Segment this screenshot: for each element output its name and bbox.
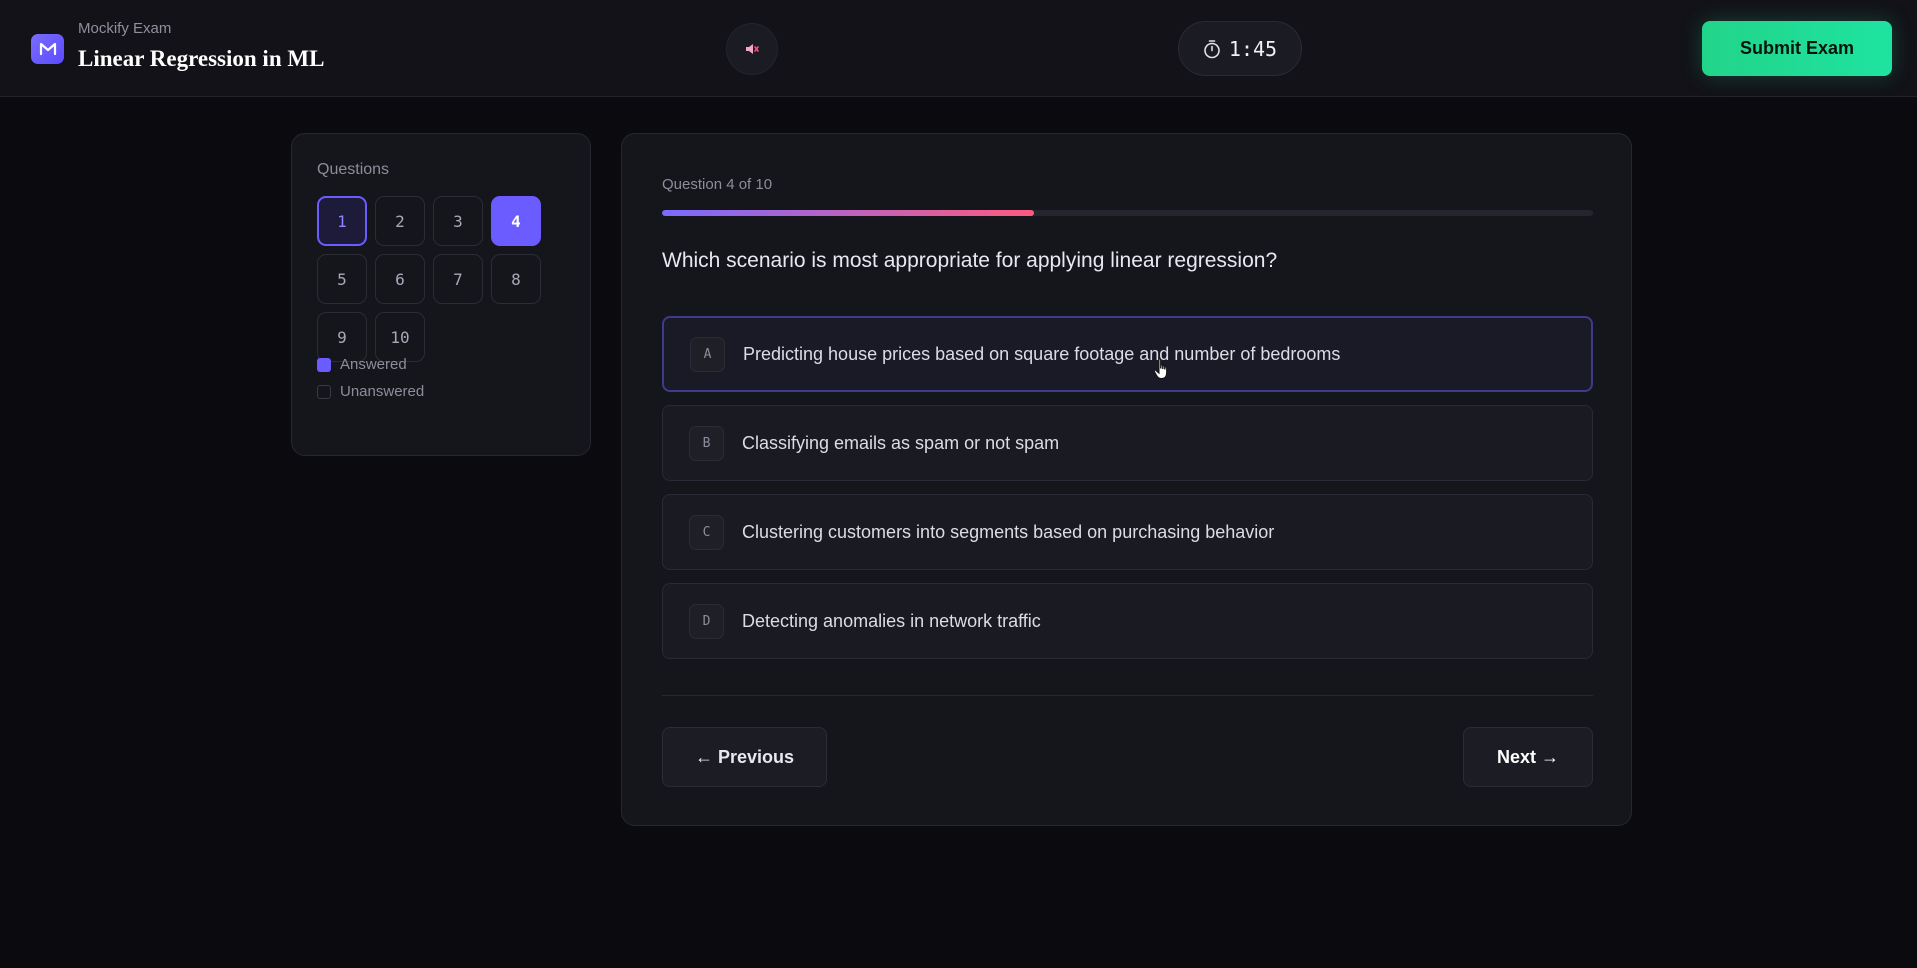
option-letter-badge: A: [690, 336, 725, 372]
brand-subtitle: Mockify Exam: [78, 20, 172, 37]
question-nav-button-5[interactable]: 5: [317, 254, 367, 304]
question-nav-button-10[interactable]: 10: [375, 312, 425, 362]
answered-swatch: [317, 357, 331, 372]
submit-exam-button[interactable]: Submit Exam: [1702, 21, 1892, 76]
exam-title: Linear Regression in ML: [78, 46, 325, 71]
previous-button[interactable]: ← Previous: [662, 727, 827, 787]
option-c[interactable]: C Clustering customers into segments base…: [662, 494, 1593, 570]
navigator-title: Questions: [317, 161, 390, 178]
question-nav-button-3[interactable]: 3: [433, 196, 483, 246]
exam-timer: 1:45: [1178, 21, 1302, 76]
question-counter: Question 4 of 10: [662, 176, 773, 193]
option-a[interactable]: A Predicting house prices based on square…: [662, 316, 1593, 392]
question-card: Question 4 of 10 Which scenario is most …: [621, 133, 1632, 826]
question-nav-button-2[interactable]: 2: [375, 196, 425, 246]
question-nav-button-1[interactable]: 1: [317, 196, 367, 246]
speaker-muted-icon: [746, 44, 759, 54]
next-button[interactable]: Next →: [1463, 727, 1593, 787]
legend-unanswered: Unanswered: [317, 383, 424, 400]
timer-value: 1:45: [1228, 36, 1278, 61]
option-d[interactable]: D Detecting anomalies in network traffic: [662, 583, 1593, 659]
option-text: Classifying emails as spam or not spam: [742, 432, 1060, 453]
legend-answered-label: Answered: [340, 356, 407, 373]
progress-fill: [662, 210, 1035, 216]
question-nav-button-8[interactable]: 8: [491, 254, 541, 304]
hand-pointer-icon: [1153, 358, 1171, 385]
option-letter-badge: B: [689, 425, 724, 461]
option-letter-badge: D: [689, 603, 724, 639]
divider: [662, 695, 1593, 696]
sound-toggle-button[interactable]: [726, 23, 778, 75]
legend-answered: Answered: [317, 356, 407, 373]
unanswered-swatch: [317, 384, 331, 399]
question-text: Which scenario is most appropriate for a…: [662, 249, 1278, 272]
mockify-logo-icon: [31, 34, 64, 64]
stopwatch-icon: [1204, 39, 1220, 58]
legend-unanswered-label: Unanswered: [340, 383, 425, 400]
question-grid: 1 2 3 4 5 6 7 8 9 10: [317, 196, 541, 362]
progress-bar: [662, 210, 1593, 216]
answer-options: A Predicting house prices based on square…: [662, 316, 1593, 672]
question-nav-button-7[interactable]: 7: [433, 254, 483, 304]
question-nav-button-6[interactable]: 6: [375, 254, 425, 304]
option-b[interactable]: B Classifying emails as spam or not spam: [662, 405, 1593, 481]
question-nav-button-9[interactable]: 9: [317, 312, 367, 362]
question-navigator: Questions 1 2 3 4 5 6 7 8 9 10 Answered Unanswere…: [291, 133, 591, 456]
option-text: Detecting anomalies in network traffic: [742, 610, 1041, 631]
option-letter-badge: C: [689, 514, 724, 550]
option-text: Clustering customers into segments based…: [742, 521, 1275, 542]
option-text: Predicting house prices based on square …: [743, 343, 1341, 364]
question-nav-button-4[interactable]: 4: [491, 196, 541, 246]
top-bar: Mockify Exam Linear Regression in ML 1:4…: [0, 0, 1917, 97]
